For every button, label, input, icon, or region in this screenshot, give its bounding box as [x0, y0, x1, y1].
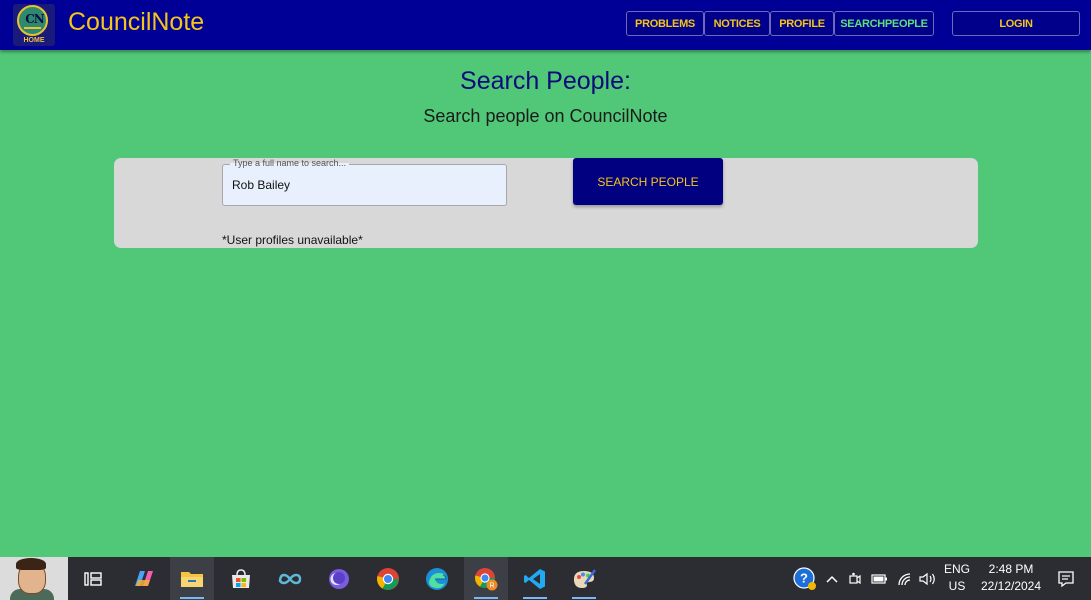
top-navbar: CN HOME CouncilNote PROBLEMS NOTICES PRO… — [0, 0, 1091, 50]
chrome-profile-icon[interactable]: R — [464, 557, 508, 600]
battery-icon[interactable] — [868, 557, 890, 600]
brand-title[interactable]: CouncilNote — [68, 8, 204, 37]
page-subtitle: Search people on CouncilNote — [423, 106, 668, 126]
search-input[interactable] — [232, 178, 492, 192]
nav-notices-button[interactable]: NOTICES — [704, 11, 770, 36]
nav-problems-button[interactable]: PROBLEMS — [626, 11, 704, 36]
login-button[interactable]: LOGIN — [952, 11, 1080, 36]
microsoft-store-icon[interactable] — [219, 557, 263, 600]
nav-searchpeople-button[interactable]: SEARCHPEOPLE — [834, 11, 934, 36]
help-icon[interactable]: ? — [791, 557, 819, 600]
paint-running-indicator — [572, 597, 596, 599]
unavailable-note: *User profiles unavailable* — [222, 233, 363, 247]
logo-text: CN — [25, 12, 45, 26]
logo-emblem: CN — [17, 5, 48, 36]
windows-taskbar: R ? ENG US 2:48 PM 22/12/2024 — [0, 557, 1091, 600]
vscode-icon[interactable] — [513, 557, 557, 600]
file-explorer-icon[interactable] — [170, 557, 214, 600]
file-explorer-running-indicator — [180, 597, 204, 599]
language-secondary: US — [948, 579, 966, 593]
purple-moon-app-icon[interactable] — [317, 557, 361, 600]
meet-now-icon[interactable] — [846, 557, 864, 600]
nav-profile-button[interactable]: PROFILE — [770, 11, 834, 36]
logo-underline — [24, 27, 41, 29]
home-logo[interactable]: CN HOME — [13, 4, 55, 46]
search-field-label: Type a full name to search... — [230, 158, 350, 168]
system-clock[interactable]: 2:48 PM 22/12/2024 — [975, 561, 1047, 595]
search-card: Type a full name to search... SEARCH PEO… — [114, 158, 978, 248]
widgets-avatar-icon[interactable] — [0, 557, 68, 600]
language-indicator[interactable]: ENG US — [940, 561, 974, 595]
logo-home-caption: HOME — [23, 37, 45, 44]
avatar-hair — [16, 558, 46, 570]
paint-icon[interactable] — [562, 557, 606, 600]
svg-text:?: ? — [800, 570, 808, 585]
meta-app-icon[interactable] — [268, 557, 312, 600]
clock-time: 2:48 PM — [988, 562, 1034, 576]
svg-text:R: R — [489, 582, 494, 589]
chrome-icon[interactable] — [366, 557, 410, 600]
vscode-running-indicator — [523, 597, 547, 599]
wifi-icon[interactable] — [894, 557, 916, 600]
volume-icon[interactable] — [917, 557, 939, 600]
search-people-button[interactable]: SEARCH PEOPLE — [573, 158, 723, 205]
search-field[interactable]: Type a full name to search... — [222, 158, 507, 206]
task-view-icon[interactable] — [71, 557, 115, 600]
copilot-icon[interactable] — [122, 557, 166, 600]
page-title: Search People: — [460, 67, 631, 95]
edge-icon[interactable] — [415, 557, 459, 600]
language-primary: ENG — [943, 562, 970, 576]
chrome-running-indicator — [474, 597, 498, 599]
chevron-up-icon[interactable] — [822, 557, 842, 600]
notification-icon[interactable] — [1052, 557, 1080, 600]
clock-date: 22/12/2024 — [980, 579, 1042, 593]
